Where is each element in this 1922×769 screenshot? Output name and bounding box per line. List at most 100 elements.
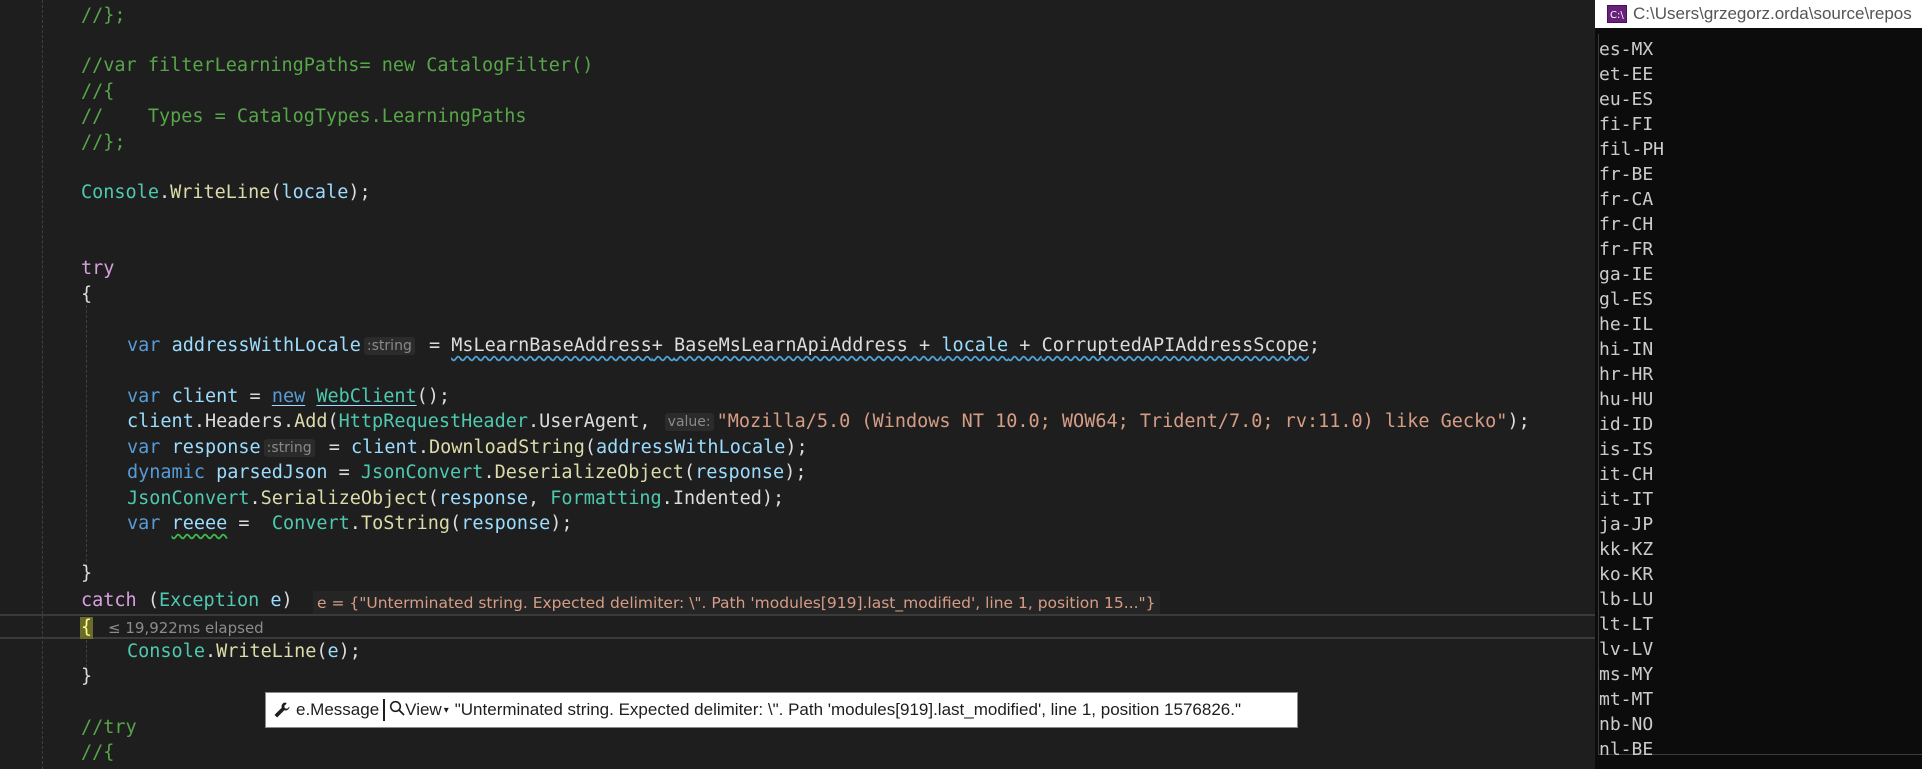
code-editor[interactable]: //}; //var filterLearningPaths= new Cata…: [0, 0, 1595, 769]
method-name: WriteLine: [170, 182, 271, 203]
brace: {: [81, 284, 93, 305]
console-line: kk-KZ: [1599, 539, 1654, 560]
exception-inline-value[interactable]: e = {"Unterminated string. Expected deli…: [313, 591, 1160, 615]
console-line: mt-MT: [1599, 689, 1654, 710]
console-line: fi-FI: [1599, 114, 1654, 135]
console-line: lv-LV: [1599, 639, 1654, 660]
code-line[interactable]: //{: [81, 79, 114, 104]
console-title: C:\Users\grzegorz.orda\source\repos: [1633, 4, 1912, 23]
scope-guide: [42, 0, 43, 769]
parameter-inlay-hint: value:: [664, 413, 714, 431]
type-name: WebClient: [316, 386, 417, 407]
type-name: Convert: [271, 513, 350, 534]
type-name: Exception: [158, 590, 260, 611]
type-name: JsonConvert: [127, 488, 250, 509]
datatip-view-button[interactable]: View ▾: [385, 700, 453, 721]
comment: //{: [81, 81, 115, 102]
brace: }: [81, 666, 93, 687]
console-line: fr-CH: [1599, 214, 1654, 235]
code-line[interactable]: //{: [81, 740, 114, 765]
type-inlay-hint: :string: [263, 439, 315, 457]
identifier: parsedJson: [216, 462, 328, 483]
code-line[interactable]: var reeee = Convert.ToString(response);: [127, 511, 573, 536]
console-line: ja-JP: [1599, 514, 1654, 535]
identifier: client: [127, 411, 194, 432]
comment: // Types = CatalogTypes.LearningPaths: [81, 106, 527, 127]
code-line[interactable]: }: [81, 561, 92, 586]
console-line: fil-PH: [1599, 139, 1665, 160]
code-line[interactable]: {: [81, 282, 92, 307]
comment: //{: [81, 742, 115, 763]
type-name: Console: [127, 641, 205, 662]
current-statement-brace[interactable]: {: [80, 617, 93, 639]
method-name: SerializeObject: [260, 488, 428, 509]
identifier: client: [171, 386, 239, 407]
comment: //try: [81, 717, 137, 738]
console-line: ga-IE: [1599, 264, 1654, 285]
code-line[interactable]: client.Headers.Add(HttpRequestHeader.Use…: [127, 409, 1530, 434]
chevron-down-icon: ▾: [443, 704, 449, 716]
datatip-value[interactable]: "Unterminated string. Expected delimiter…: [453, 700, 1241, 720]
console-line: eu-ES: [1599, 89, 1654, 110]
code-line[interactable]: //var filterLearningPaths= new CatalogFi…: [81, 53, 593, 78]
svg-text:C:\: C:\: [1610, 10, 1624, 21]
console-line: is-IS: [1599, 439, 1654, 460]
console-line: nl-BE: [1599, 739, 1654, 760]
console-line: fr-CA: [1599, 189, 1654, 210]
current-statement-border-top: [0, 614, 1595, 616]
code-line[interactable]: Console.WriteLine(locale);: [81, 180, 371, 205]
identifier: addressWithLocale: [171, 335, 361, 356]
code-line[interactable]: //try: [81, 715, 137, 740]
console-line: fr-FR: [1599, 239, 1654, 260]
identifier: e: [270, 590, 282, 611]
identifier: response: [171, 437, 261, 458]
console-line: it-CH: [1599, 464, 1654, 485]
console-line: ko-KR: [1599, 564, 1654, 585]
console-line: hr-HR: [1599, 364, 1654, 385]
console-line: hu-HU: [1599, 389, 1654, 410]
keyword: catch: [81, 590, 137, 611]
view-label: View: [405, 700, 442, 719]
code-line[interactable]: JsonConvert.SerializeObject(response, Fo…: [127, 486, 784, 511]
code-line[interactable]: var addressWithLocale:string = MsLearnBa…: [127, 333, 1320, 358]
code-line[interactable]: dynamic parsedJson = JsonConvert.Deseria…: [127, 460, 806, 485]
code-line[interactable]: var response:string = client.DownloadStr…: [127, 435, 808, 460]
identifier: reeee: [171, 513, 228, 534]
code-line[interactable]: try: [81, 256, 114, 281]
squiggle-expression[interactable]: MsLearnBaseAddress+ BaseMsLearnApiAddres…: [451, 335, 1309, 356]
console-output[interactable]: es-MX et-EE eu-ES fi-FI fil-PH fr-BE fr-CA fr-C…: [1598, 34, 1922, 760]
code-line[interactable]: var client = new WebClient();: [127, 384, 450, 409]
method-name: DownloadString: [428, 437, 585, 458]
code-line[interactable]: //};: [81, 3, 126, 28]
console-line: fr-BE: [1599, 164, 1654, 185]
method-name: ToString: [360, 513, 451, 534]
wrench-icon[interactable]: [272, 700, 292, 720]
console-line: he-IL: [1599, 314, 1654, 335]
debug-datatip[interactable]: e.Message View ▾ "Unterminated string. E…: [265, 692, 1298, 728]
console-line: id-ID: [1599, 414, 1654, 435]
identifier: locale: [281, 182, 349, 203]
code-line[interactable]: catch (Exception e): [81, 588, 293, 613]
comment: //};: [81, 132, 126, 153]
keyword: new: [271, 386, 306, 407]
keyword: var: [127, 513, 161, 534]
console-line: ms-MY: [1599, 664, 1654, 685]
code-line[interactable]: Console.WriteLine(e);: [127, 639, 361, 664]
keyword: var: [127, 437, 161, 458]
console-line: nb-NO: [1599, 714, 1654, 735]
datatip-expression[interactable]: e.Message: [292, 699, 386, 721]
perf-tip-elapsed: ≤ 19,922ms elapsed: [108, 619, 264, 637]
keyword: try: [81, 258, 115, 279]
try-block-guide: [86, 305, 87, 567]
console-line: es-MX: [1599, 39, 1654, 60]
console-title-bar[interactable]: C:\ C:\Users\grzegorz.orda\source\repos: [1595, 0, 1922, 28]
comment: //var filterLearningPaths= new CatalogFi…: [81, 55, 594, 76]
code-line[interactable]: // Types = CatalogTypes.LearningPaths: [81, 104, 527, 129]
keyword: var: [127, 386, 161, 407]
type-name: JsonConvert: [360, 462, 484, 483]
type-inlay-hint: :string: [363, 337, 415, 355]
code-line[interactable]: //};: [81, 130, 126, 155]
console-line: hi-IN: [1599, 339, 1654, 360]
code-line[interactable]: }: [81, 664, 92, 689]
type-name: Console: [81, 182, 159, 203]
